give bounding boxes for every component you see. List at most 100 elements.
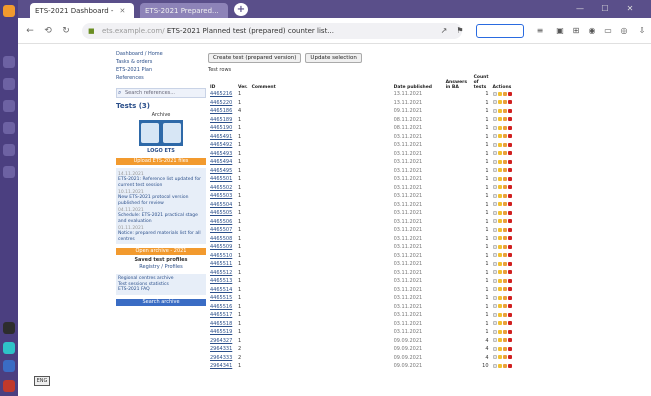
row-id-link[interactable]: 4465495 — [208, 167, 236, 176]
view-icon[interactable] — [492, 142, 497, 147]
delete-icon[interactable] — [507, 304, 512, 309]
view-icon[interactable] — [492, 134, 497, 139]
app-icon[interactable] — [3, 322, 15, 334]
sidebar-link-tasks[interactable]: Tasks & orders — [116, 58, 206, 66]
delete-icon[interactable] — [507, 227, 512, 232]
extension-icon[interactable]: ▣ — [554, 25, 566, 37]
edit-icon[interactable] — [497, 210, 502, 215]
flag-icon[interactable] — [502, 346, 507, 351]
row-id-link[interactable]: 2964333 — [208, 354, 236, 363]
wallet-icon[interactable]: ▭ — [602, 25, 614, 37]
view-icon[interactable] — [492, 355, 497, 360]
history-nav-icon[interactable]: ⟲ — [42, 25, 54, 37]
view-icon[interactable] — [492, 346, 497, 351]
bookmark-icon[interactable]: ⚑ — [454, 25, 466, 37]
translate-button[interactable] — [476, 24, 524, 38]
flag-icon[interactable] — [502, 202, 507, 207]
edit-icon[interactable] — [497, 125, 502, 130]
delete-icon[interactable] — [507, 134, 512, 139]
grid-icon[interactable]: ⊞ — [570, 25, 582, 37]
row-id-link[interactable]: 2964341 — [208, 362, 236, 371]
view-icon[interactable] — [492, 159, 497, 164]
edit-icon[interactable] — [497, 100, 502, 105]
delete-icon[interactable] — [507, 108, 512, 113]
edit-icon[interactable] — [497, 134, 502, 139]
view-icon[interactable] — [492, 168, 497, 173]
edit-icon[interactable] — [497, 142, 502, 147]
view-icon[interactable] — [492, 117, 497, 122]
sidebar-link-home[interactable]: Dashboard / Home — [116, 50, 206, 58]
store-icon[interactable] — [3, 342, 15, 354]
delete-icon[interactable] — [507, 261, 512, 266]
delete-icon[interactable] — [507, 100, 512, 105]
delete-icon[interactable] — [507, 117, 512, 122]
view-icon[interactable] — [492, 185, 497, 190]
sidebar-link-plan[interactable]: ETS-2021 Plan — [116, 66, 206, 74]
close-window-icon[interactable]: ✕ — [625, 4, 635, 14]
row-id-link[interactable]: 2964331 — [208, 345, 236, 354]
view-icon[interactable] — [492, 202, 497, 207]
column-count[interactable]: Count of tests — [472, 75, 491, 90]
flag-icon[interactable] — [502, 253, 507, 258]
delete-icon[interactable] — [507, 202, 512, 207]
row-id-link[interactable]: 4465513 — [208, 277, 236, 286]
delete-icon[interactable] — [507, 125, 512, 130]
maximize-icon[interactable]: ☐ — [600, 4, 610, 14]
delete-icon[interactable] — [507, 176, 512, 181]
delete-icon[interactable] — [507, 287, 512, 292]
view-icon[interactable] — [492, 125, 497, 130]
view-icon[interactable] — [492, 91, 497, 96]
delete-icon[interactable] — [507, 151, 512, 156]
edit-icon[interactable] — [497, 108, 502, 113]
download-icon[interactable]: ⇩ — [636, 25, 648, 37]
delete-icon[interactable] — [507, 236, 512, 241]
view-icon[interactable] — [492, 295, 497, 300]
row-id-link[interactable]: 4465492 — [208, 141, 236, 150]
messenger-icon[interactable] — [3, 56, 15, 68]
edit-icon[interactable] — [497, 219, 502, 224]
row-id-link[interactable]: 4465515 — [208, 294, 236, 303]
view-icon[interactable] — [492, 193, 497, 198]
delete-icon[interactable] — [507, 329, 512, 334]
new-tab-icon[interactable]: + — [234, 3, 248, 16]
flag-icon[interactable] — [502, 151, 507, 156]
tab-dashboard[interactable]: ETS-2021 Dashboard - ✕ — [30, 3, 134, 18]
view-icon[interactable] — [492, 176, 497, 181]
edit-icon[interactable] — [497, 295, 502, 300]
view-icon[interactable] — [492, 338, 497, 343]
upload-button[interactable]: Upload ETS-2021 files — [116, 158, 206, 165]
update-selection-button[interactable]: Update selection — [305, 53, 362, 63]
view-icon[interactable] — [492, 304, 497, 309]
row-id-link[interactable]: 4465190 — [208, 124, 236, 133]
edit-icon[interactable] — [497, 329, 502, 334]
minimize-icon[interactable]: — — [575, 4, 585, 14]
view-icon[interactable] — [492, 244, 497, 249]
delete-icon[interactable] — [507, 168, 512, 173]
view-icon[interactable] — [492, 321, 497, 326]
edit-icon[interactable] — [497, 287, 502, 292]
row-id-link[interactable]: 4465220 — [208, 99, 236, 108]
edit-icon[interactable] — [497, 227, 502, 232]
edit-icon[interactable] — [497, 244, 502, 249]
view-icon[interactable] — [492, 363, 497, 368]
row-id-link[interactable]: 4465491 — [208, 133, 236, 142]
row-id-link[interactable]: 4465186 — [208, 107, 236, 116]
edit-icon[interactable] — [497, 193, 502, 198]
downloads-icon[interactable] — [3, 122, 15, 134]
flag-icon[interactable] — [502, 117, 507, 122]
column-answers[interactable]: Answers in BA — [444, 75, 472, 90]
section-sub-link[interactable]: Registry / Profiles — [116, 263, 206, 271]
delete-icon[interactable] — [507, 91, 512, 96]
row-id-link[interactable]: 4465512 — [208, 269, 236, 278]
edit-icon[interactable] — [497, 236, 502, 241]
browser-logo-icon[interactable] — [3, 5, 15, 17]
delete-icon[interactable] — [507, 363, 512, 368]
flag-icon[interactable] — [502, 304, 507, 309]
delete-icon[interactable] — [507, 355, 512, 360]
delete-icon[interactable] — [507, 312, 512, 317]
view-icon[interactable] — [492, 253, 497, 258]
delete-icon[interactable] — [507, 278, 512, 283]
flag-icon[interactable] — [502, 270, 507, 275]
search-archive-button[interactable]: Search archive — [116, 298, 206, 306]
view-icon[interactable] — [492, 278, 497, 283]
